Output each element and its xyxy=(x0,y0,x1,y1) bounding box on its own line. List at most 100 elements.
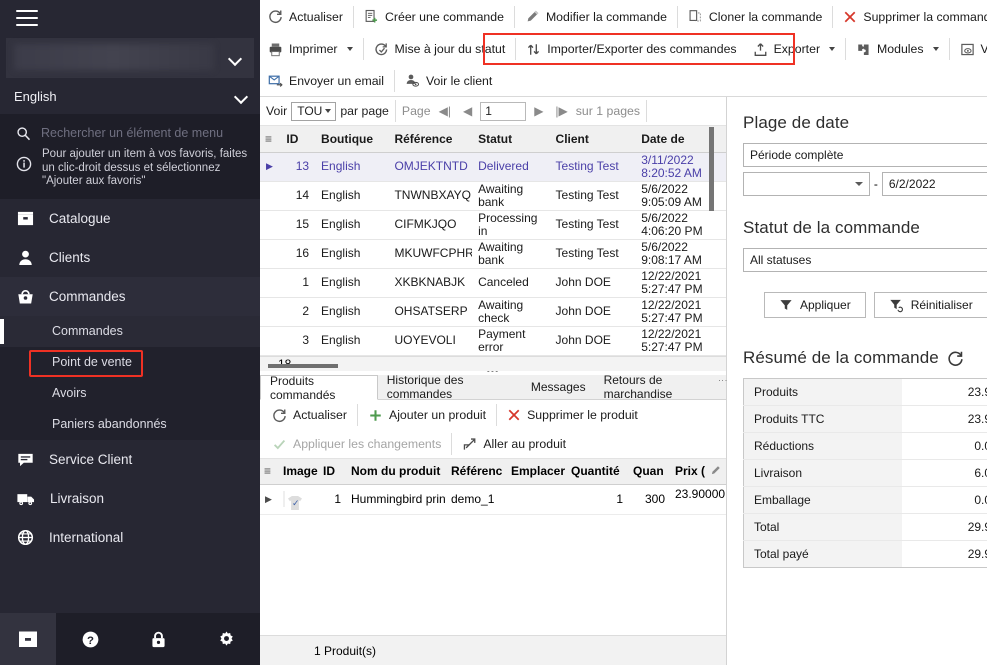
date-separator: - xyxy=(873,177,878,191)
button-label: Modules xyxy=(877,42,924,56)
print-button[interactable]: Imprimer xyxy=(260,36,361,63)
upload-icon xyxy=(754,42,766,56)
table-row[interactable]: 2 English OHSATSERP Awaiting check John … xyxy=(260,297,726,327)
sidebar-item-international[interactable]: International xyxy=(0,518,260,557)
col-statut[interactable]: Statut xyxy=(472,126,550,153)
col-reference[interactable]: Référenc xyxy=(446,459,506,485)
sidebar-subitem-avoirs[interactable]: Avoirs xyxy=(0,377,260,409)
cell-reference: TNWNBXAYQ xyxy=(388,181,473,211)
table-row[interactable]: 16 English MKUWFCPHR Awaiting bank Testi… xyxy=(260,239,726,269)
sidebar-search-block: Rechercher un élément de menu Pour ajout… xyxy=(0,114,260,199)
export-button[interactable]: Exporter xyxy=(745,36,843,63)
prev-page-button[interactable]: ◀ xyxy=(459,104,476,118)
row-expander[interactable]: ▶ xyxy=(260,152,281,182)
col-client[interactable]: Client xyxy=(549,126,636,153)
puzzle-icon xyxy=(858,43,869,55)
col-reference[interactable]: Référence xyxy=(388,126,473,153)
apply-filter-button[interactable]: Appliquer xyxy=(764,292,866,318)
table-row[interactable]: 14 English TNWNBXAYQ Awaiting bank Testi… xyxy=(260,181,726,211)
view-button[interactable]: Voir xyxy=(952,36,987,63)
col-nom-du-produit[interactable]: Nom du produit xyxy=(346,459,446,485)
sidebar-item-catalogue[interactable]: Catalogue xyxy=(0,199,260,238)
status-select[interactable]: All statuses xyxy=(743,248,987,272)
delete-product-button[interactable]: Supprimer le produit xyxy=(499,402,646,429)
tab-historique-des-commandes[interactable]: Historique des commandes xyxy=(378,373,522,401)
chevron-down-icon xyxy=(229,54,242,62)
col-id[interactable]: ID xyxy=(280,126,316,153)
footer-settings-button[interactable] xyxy=(192,613,260,665)
col-quantite[interactable]: Quantité xyxy=(566,459,628,485)
separator xyxy=(394,69,396,92)
table-row[interactable]: ▶ 13 English OMJEKTNTD Delivered Testing… xyxy=(260,152,726,182)
table-row[interactable]: 15 English CIFMKJQO Processing in Testin… xyxy=(260,210,726,240)
refresh-icon[interactable] xyxy=(947,350,964,367)
footer-help-button[interactable]: ? xyxy=(56,613,124,665)
col-emplacement[interactable]: Emplacer xyxy=(506,459,566,485)
product-toolbar-row2: Appliquer les changements Aller au produ… xyxy=(260,430,726,459)
create-order-button[interactable]: Créer une commande xyxy=(356,3,512,30)
sidebar-item-label: Livraison xyxy=(50,490,105,506)
delete-order-button[interactable]: Supprimer la commande xyxy=(835,3,987,30)
last-page-button[interactable]: |▶ xyxy=(551,104,571,118)
tab-messages[interactable]: Messages xyxy=(522,374,595,399)
reset-filter-button[interactable]: Réinitialiser xyxy=(873,292,987,318)
footer-lock-button[interactable] xyxy=(124,613,192,665)
sidebar-item-service-client[interactable]: Service Client xyxy=(0,440,260,479)
modules-button[interactable]: Modules xyxy=(848,36,946,63)
col-boutique[interactable]: Boutique xyxy=(315,126,389,153)
send-email-button[interactable]: Envoyer un email xyxy=(260,67,392,94)
sidebar-subitem-commandes[interactable]: Commandes xyxy=(0,315,260,347)
menu-search-input[interactable]: Rechercher un élément de menu xyxy=(0,120,260,146)
table-row: Produits TTC 23.90 xyxy=(743,405,987,433)
col-id[interactable]: ID xyxy=(318,459,346,485)
sidebar-item-livraison[interactable]: Livraison xyxy=(0,479,260,518)
row-expander[interactable]: ▶ xyxy=(260,484,278,515)
next-page-button[interactable]: ▶ xyxy=(530,104,547,118)
first-page-button[interactable]: ◀| xyxy=(435,104,455,118)
grid-menu-icon[interactable]: ≡ xyxy=(260,459,278,485)
sidebar-item-clients[interactable]: Clients xyxy=(0,238,260,277)
col-prix[interactable]: Prix ( xyxy=(670,459,726,485)
grid-menu-icon[interactable]: ≡ xyxy=(260,126,281,153)
pager-page-label: Page xyxy=(401,104,431,118)
summary-value: 23.90 xyxy=(902,378,987,406)
cell-client: Testing Test xyxy=(549,210,636,240)
col-image[interactable]: Image xyxy=(278,459,318,485)
table-row[interactable]: 3 English UOYEVOLI Payment error John DO… xyxy=(260,326,726,356)
orders-vertical-scrollbar[interactable] xyxy=(704,127,714,665)
shop-name-redacted xyxy=(14,44,214,70)
date-to-input[interactable]: 6/2/2022 xyxy=(881,172,987,196)
hamburger-menu-button[interactable] xyxy=(0,0,260,36)
shop-selector[interactable] xyxy=(6,38,254,78)
apply-changes-button[interactable]: Appliquer les changements xyxy=(264,431,449,458)
page-number-input[interactable]: 1 xyxy=(480,101,527,121)
clone-order-button[interactable]: Cloner la commande xyxy=(680,3,830,30)
chevron-down-icon xyxy=(854,182,863,186)
period-select[interactable]: Période complète xyxy=(743,143,987,167)
per-page-select[interactable]: TOU xyxy=(291,101,337,121)
footer-archive-button[interactable] xyxy=(0,613,56,665)
col-quantite-2[interactable]: Quan xyxy=(628,459,670,485)
add-product-button[interactable]: Ajouter un produit xyxy=(360,402,494,429)
sidebar-item-commandes[interactable]: Commandes xyxy=(0,276,260,316)
tab-produits-commandes[interactable]: Produits commandés xyxy=(260,374,378,402)
refresh-orders-button[interactable]: Actualiser xyxy=(260,3,351,30)
delete-x-icon xyxy=(845,11,856,22)
horizontal-scrollbar[interactable] xyxy=(268,363,338,368)
table-row[interactable]: ▶ ✓ 1 Hummingbird print demo_1 1 300 23.… xyxy=(260,484,726,515)
edit-order-button[interactable]: Modifier la commande xyxy=(517,3,675,30)
refresh-products-button[interactable]: Actualiser xyxy=(264,402,355,429)
cell-id: 1 xyxy=(280,268,316,298)
table-row[interactable]: 1 English XKBKNABJK Canceled John DOE 12… xyxy=(260,268,726,298)
tshirt-thumb-icon: ✓ xyxy=(283,491,300,508)
view-customer-button[interactable]: Voir le client xyxy=(397,67,500,94)
date-from-input[interactable] xyxy=(743,172,870,196)
import-export-orders-button[interactable]: Importer/Exporter des commandes xyxy=(518,36,744,63)
scrollbar-thumb[interactable] xyxy=(709,127,714,211)
sidebar-subitem-point-de-vente[interactable]: Point de vente xyxy=(0,346,260,378)
goto-product-button[interactable]: Aller au produit xyxy=(454,431,574,458)
sidebar-subitem-paniers-abandonnes[interactable]: Paniers abandonnés xyxy=(0,408,260,440)
vertical-splitter[interactable]: ⋮ xyxy=(718,97,728,665)
update-status-button[interactable]: Mise à jour du statut xyxy=(366,36,514,63)
language-selector[interactable]: English xyxy=(0,78,260,114)
